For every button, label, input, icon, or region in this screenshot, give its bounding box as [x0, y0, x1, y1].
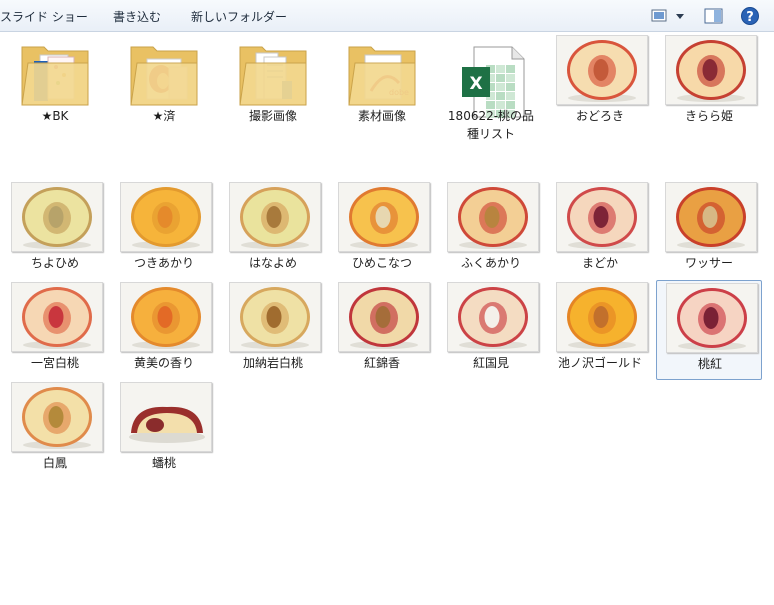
- file-name-label: 撮影画像: [248, 109, 297, 123]
- excel-file-item[interactable]: X 180622-桃の品種リスト: [438, 33, 544, 177]
- chevron-down-icon: [676, 14, 684, 19]
- svg-text:?: ?: [746, 10, 754, 25]
- image-file-item[interactable]: 一宮白桃: [2, 280, 108, 380]
- file-name-label: ★済: [152, 109, 176, 123]
- file-name-label: ひめこなつ: [351, 256, 412, 270]
- peach-thumbnail: [229, 182, 321, 252]
- peach-thumbnail: [229, 282, 321, 352]
- image-file-item[interactable]: おどろき: [547, 33, 653, 133]
- image-file-item[interactable]: 池ノ沢ゴールド: [547, 280, 653, 380]
- peach-thumbnail: [120, 382, 212, 452]
- folder-item[interactable]: dobe素材画像: [329, 33, 435, 177]
- image-file-item[interactable]: つきあかり: [111, 180, 217, 280]
- folder-item[interactable]: ★済: [111, 33, 217, 177]
- file-name-label: つきあかり: [133, 256, 194, 270]
- folder-item[interactable]: 撮影画像: [220, 33, 326, 177]
- file-name-label: 白鳳: [42, 456, 67, 470]
- image-file-item[interactable]: はなよめ: [220, 180, 326, 280]
- file-list-view[interactable]: ★BK ★済 撮影画像 dobe素材画像 X 180622-桃の品種リスト おどろき きらら姫…: [0, 33, 774, 605]
- peach-thumbnail: [665, 35, 757, 105]
- image-file-item[interactable]: 紅錦香: [329, 280, 435, 380]
- change-view-button[interactable]: [650, 6, 688, 26]
- file-name-label: 桃紅: [697, 357, 722, 371]
- peach-thumbnail: [666, 283, 758, 353]
- peach-thumbnail: [556, 182, 648, 252]
- peach-thumbnail: [11, 282, 103, 352]
- file-name-label: おどろき: [575, 109, 624, 123]
- file-name-label: 紅国見: [472, 356, 509, 370]
- file-name-label: 180622-桃の品種リスト: [447, 109, 535, 141]
- file-name-label: 池ノ沢ゴールド: [557, 356, 642, 370]
- help-button[interactable]: ?: [740, 6, 760, 26]
- preview-pane-button[interactable]: [703, 6, 725, 26]
- peach-thumbnail: [665, 182, 757, 252]
- file-name-label: ちよひめ: [30, 256, 79, 270]
- command-bar: スライド ショー 書き込む 新しいフォルダー ?: [0, 0, 774, 32]
- file-name-label: ★BK: [41, 109, 69, 123]
- peach-thumbnail: [447, 182, 539, 252]
- file-name-label: きらら姫: [684, 109, 733, 123]
- file-name-label: ふくあかり: [460, 256, 521, 270]
- peach-thumbnail: [338, 182, 430, 252]
- folder-icon: [127, 37, 201, 112]
- file-name-label: 素材画像: [357, 109, 406, 123]
- image-file-item[interactable]: ちよひめ: [2, 180, 108, 280]
- peach-thumbnail: [556, 282, 648, 352]
- image-file-item[interactable]: まどか: [547, 180, 653, 280]
- preview-pane-icon: [704, 8, 723, 24]
- file-name-label: 紅錦香: [363, 356, 400, 370]
- image-file-item[interactable]: 紅国見: [438, 280, 544, 380]
- image-file-item[interactable]: きらら姫: [656, 33, 762, 133]
- svg-text:X: X: [469, 74, 482, 94]
- image-file-item[interactable]: ワッサー: [656, 180, 762, 280]
- image-file-item[interactable]: ふくあかり: [438, 180, 544, 280]
- file-name-label: 加納岩白桃: [242, 356, 303, 370]
- image-file-item[interactable]: 桃紅: [656, 280, 762, 380]
- image-file-item[interactable]: 加納岩白桃: [220, 280, 326, 380]
- peach-thumbnail: [556, 35, 648, 105]
- burn-button[interactable]: 書き込む: [113, 8, 161, 25]
- file-name-label: 蟠桃: [151, 456, 176, 470]
- image-file-item[interactable]: 蟠桃: [111, 380, 217, 480]
- file-name-label: 黄美の香り: [133, 356, 194, 370]
- slideshow-button[interactable]: スライド ショー: [0, 8, 88, 25]
- peach-thumbnail: [120, 282, 212, 352]
- file-name-label: まどか: [581, 256, 618, 270]
- view-icon: [651, 9, 684, 22]
- image-file-item[interactable]: 黄美の香り: [111, 280, 217, 380]
- file-name-label: はなよめ: [248, 256, 297, 270]
- image-file-item[interactable]: 白鳳: [2, 380, 108, 480]
- file-name-label: 一宮白桃: [30, 356, 79, 370]
- peach-thumbnail: [120, 182, 212, 252]
- folder-icon: [236, 37, 310, 112]
- folder-icon: [18, 37, 92, 112]
- folder-item[interactable]: ★BK: [2, 33, 108, 177]
- image-file-item[interactable]: ひめこなつ: [329, 180, 435, 280]
- peach-thumbnail: [447, 282, 539, 352]
- peach-thumbnail: [11, 182, 103, 252]
- peach-thumbnail: [338, 282, 430, 352]
- help-icon: ?: [741, 7, 759, 25]
- new-folder-button[interactable]: 新しいフォルダー: [191, 8, 287, 25]
- folder-icon: dobe: [345, 37, 419, 112]
- file-name-label: ワッサー: [684, 256, 733, 270]
- peach-thumbnail: [11, 382, 103, 452]
